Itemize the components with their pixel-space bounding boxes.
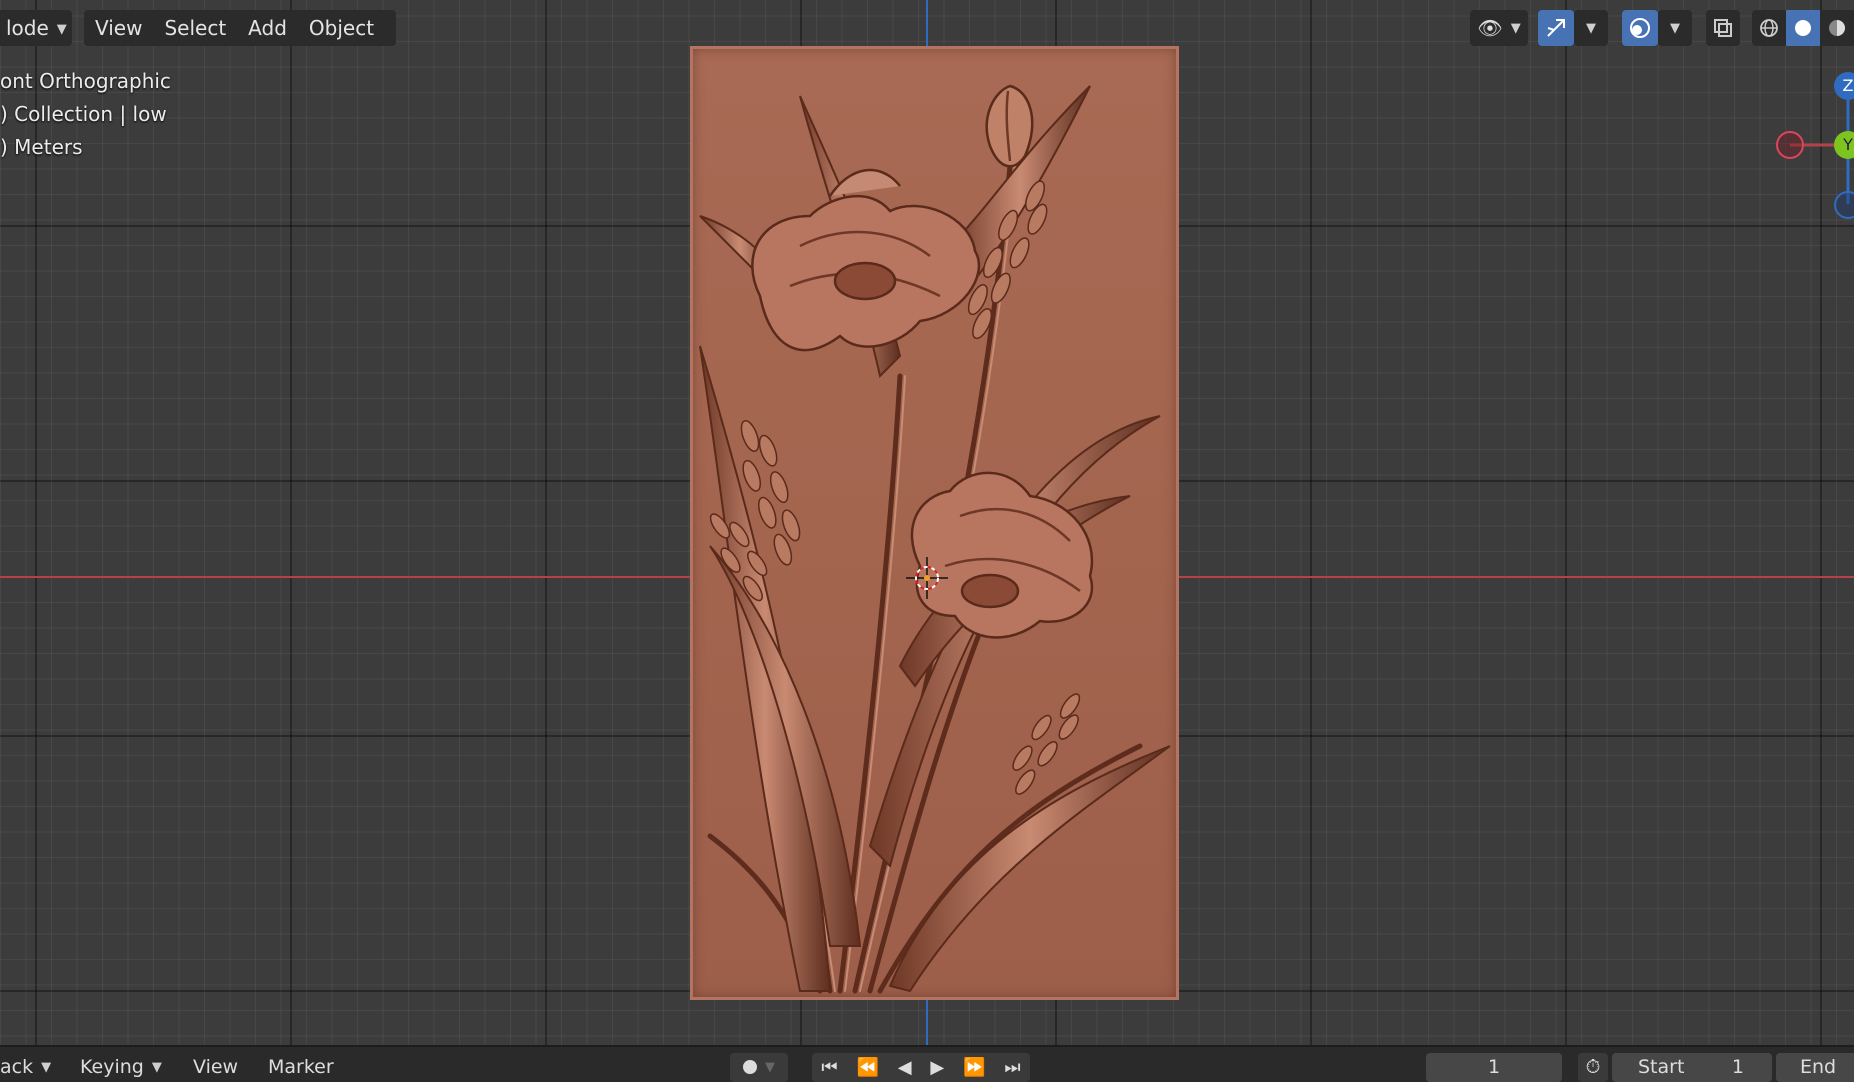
header-menu-group: View Select Add Object <box>84 10 396 46</box>
timeline-header: ack ▼ Keying ▼ View Marker ▼ ⏮ ⏪ ◀ ▶ ⏩ ⏭ 1… <box>0 1045 1854 1082</box>
gizmo-y-handle[interactable]: Y <box>1834 131 1854 159</box>
jump-end-icon[interactable]: ⏭ <box>1004 1057 1020 1078</box>
chevron-down-icon: ▼ <box>41 1060 52 1075</box>
overlay-icon <box>1630 18 1650 38</box>
chevron-down-icon: ▼ <box>1510 20 1521 36</box>
chevron-down-icon: ▼ <box>1586 20 1596 36</box>
keying-dropdown[interactable]: Keying ▼ <box>80 1053 176 1082</box>
overlay-toggle-button[interactable] <box>1622 10 1658 46</box>
gizmo-toggle-icon <box>1547 19 1565 37</box>
xray-toggle-button[interactable] <box>1706 10 1740 46</box>
mode-label: lode <box>6 16 49 40</box>
timeline-view-menu[interactable]: View <box>193 1053 238 1082</box>
gizmo-toggle-button[interactable] <box>1538 10 1574 46</box>
stopwatch-icon: ⏱ <box>1585 1056 1601 1078</box>
next-keyframe-icon[interactable]: ⏩ <box>963 1057 985 1078</box>
play-icon[interactable]: ▶ <box>930 1057 944 1078</box>
start-value: 1 <box>1731 1056 1744 1078</box>
play-reverse-icon[interactable]: ◀ <box>898 1057 912 1078</box>
view-name-label: ont Orthographic <box>0 69 171 93</box>
playback-dropdown[interactable]: ack ▼ <box>0 1053 64 1082</box>
end-frame-field[interactable]: End <box>1776 1053 1854 1082</box>
auto-keying-toggle[interactable]: ▼ <box>730 1053 788 1082</box>
record-icon <box>743 1060 757 1074</box>
start-frame-field[interactable]: Start 1 <box>1612 1053 1772 1082</box>
prev-keyframe-icon[interactable]: ⏪ <box>856 1057 878 1078</box>
visibility-dropdown[interactable]: 👁 ▼ <box>1470 10 1528 46</box>
start-label: Start <box>1638 1056 1685 1078</box>
gizmo-y-label: Y <box>1843 135 1853 154</box>
mode-dropdown[interactable]: lode ▼ <box>0 10 72 46</box>
keying-label: Keying <box>80 1056 144 1078</box>
playback-label: ack <box>0 1056 34 1078</box>
3d-viewport[interactable] <box>0 0 1854 1045</box>
playback-controls: ⏮ ⏪ ◀ ▶ ⏩ ⏭ <box>812 1053 1030 1082</box>
visibility-icon: 👁 <box>1477 16 1503 40</box>
gizmo-dropdown[interactable]: ▼ <box>1574 10 1608 46</box>
overlay-dropdown[interactable]: ▼ <box>1658 10 1692 46</box>
preview-range-toggle[interactable]: ⏱ <box>1578 1053 1608 1082</box>
chevron-down-icon: ▼ <box>1670 20 1680 36</box>
current-frame-value: 1 <box>1487 1056 1501 1078</box>
chevron-down-icon: ▼ <box>151 1060 162 1075</box>
relief-panel-object[interactable] <box>690 46 1179 1000</box>
xray-icon <box>1714 19 1732 37</box>
menu-object[interactable]: Object <box>298 10 385 46</box>
timeline-marker-menu[interactable]: Marker <box>268 1053 334 1082</box>
chevron-down-icon: ▼ <box>56 22 67 37</box>
end-label: End <box>1800 1056 1837 1078</box>
units-label: ) Meters <box>0 135 83 159</box>
3d-cursor-icon[interactable] <box>906 557 948 599</box>
jump-start-icon[interactable]: ⏮ <box>821 1057 837 1078</box>
chevron-down-icon: ▼ <box>765 1060 775 1075</box>
menu-select[interactable]: Select <box>153 10 237 46</box>
gizmo-z-handle[interactable]: Z <box>1834 72 1854 100</box>
gizmo-z-label: Z <box>1842 76 1854 95</box>
shading-group <box>1752 10 1854 46</box>
gizmo-neg-z-handle[interactable] <box>1834 191 1854 219</box>
menu-add[interactable]: Add <box>237 10 298 46</box>
navigation-gizmo[interactable]: Z Y <box>1770 64 1854 224</box>
wireframe-shading-icon[interactable] <box>1752 10 1786 46</box>
menu-view[interactable]: View <box>84 10 153 46</box>
collection-label: ) Collection | low <box>0 102 167 126</box>
current-frame-field[interactable]: 1 <box>1426 1053 1562 1082</box>
floral-relief-carving <box>699 84 1171 994</box>
solid-shading-icon[interactable] <box>1786 10 1820 46</box>
gizmo-neg-x-handle[interactable] <box>1776 131 1804 159</box>
material-shading-icon[interactable] <box>1820 10 1854 46</box>
